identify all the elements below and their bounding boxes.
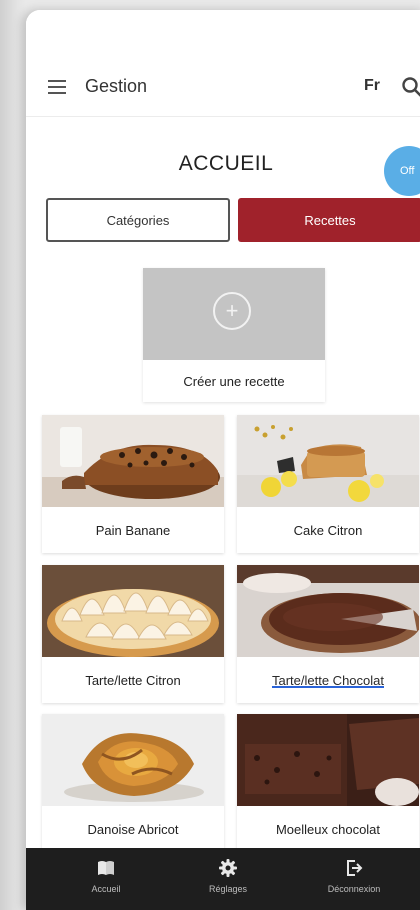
nav-item-reglages[interactable]: Réglages (168, 848, 288, 910)
recipe-label: Moelleux chocolat (275, 821, 381, 837)
book-icon (98, 861, 114, 875)
tab-recipes[interactable]: Recettes (238, 198, 420, 242)
nav-item-accueil[interactable]: Accueil (46, 848, 166, 910)
nav-label: Déconnexion (327, 884, 381, 894)
app-bar: Gestion Fr (26, 10, 420, 117)
recipe-card-cake-citron[interactable]: Cake Citron (237, 415, 419, 553)
recipe-image (237, 415, 419, 507)
nav-label: Réglages (208, 884, 248, 894)
bottom-navigation: Accueil Réglages Déconnexion (26, 848, 420, 910)
app-title: Gestion (85, 76, 148, 96)
plus-icon[interactable]: + (213, 292, 251, 330)
recipe-label: Cake Citron (293, 522, 363, 538)
nav-label: Accueil (91, 884, 121, 894)
nav-item-deconnexion[interactable]: Déconnexion (294, 848, 414, 910)
recipe-image (42, 415, 224, 507)
toggle-fab-button[interactable]: Off (384, 146, 420, 196)
logout-icon (347, 860, 363, 876)
recipe-card-tartelette-chocolat[interactable]: Tarte/lette Chocolat (237, 565, 419, 703)
recipe-label: Danoise Abricot (87, 821, 179, 837)
recipe-image (42, 714, 224, 806)
phone-screen: Gestion Fr ACCUEIL Off Catégories Recett… (26, 10, 420, 910)
menu-icon[interactable] (48, 80, 66, 94)
recipe-label: Pain Banane (95, 522, 171, 538)
create-recipe-placeholder: + (143, 268, 325, 360)
recipe-label: Tarte/lette Citron (85, 672, 181, 688)
create-recipe-label: Créer une recette (183, 373, 285, 389)
recipe-card-moelleux-chocolat[interactable]: Moelleux chocolat (237, 714, 419, 852)
page-title: ACCUEIL (178, 152, 274, 175)
recipe-image (42, 565, 224, 657)
recipe-card-danoise-abricot[interactable]: Danoise Abricot (42, 714, 224, 852)
recipe-image (237, 714, 419, 806)
create-recipe-card[interactable]: + Créer une recette (143, 268, 325, 402)
tab-categories[interactable]: Catégories (46, 198, 230, 242)
recipe-card-pain-banane[interactable]: Pain Banane (42, 415, 224, 553)
recipe-card-tartelette-citron[interactable]: Tarte/lette Citron (42, 565, 224, 703)
language-selector[interactable]: Fr (364, 77, 380, 95)
recipe-image (237, 565, 419, 657)
gear-icon (219, 859, 237, 877)
search-icon[interactable] (399, 74, 420, 100)
recipe-label: Tarte/lette Chocolat (271, 672, 384, 688)
